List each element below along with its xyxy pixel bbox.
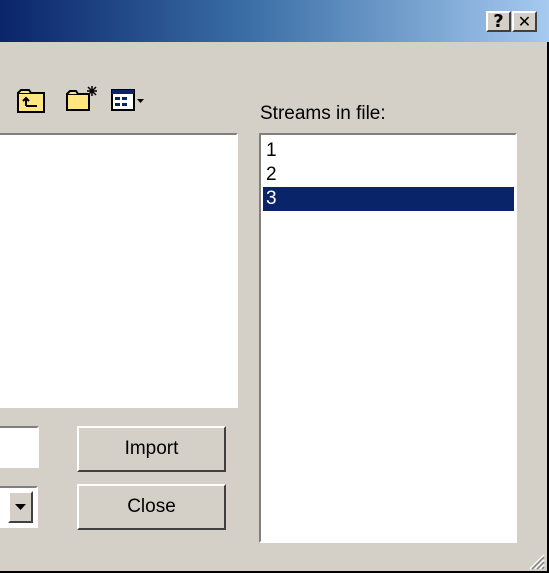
view-menu-icon[interactable] bbox=[111, 89, 145, 113]
title-bar[interactable]: ? ✕ bbox=[0, 0, 549, 42]
up-one-level-icon[interactable] bbox=[17, 88, 47, 114]
file-name-input[interactable] bbox=[0, 426, 39, 468]
streams-listbox[interactable]: 123 bbox=[259, 133, 517, 543]
stream-item[interactable]: 3 bbox=[263, 187, 514, 211]
streams-label: Streams in file: bbox=[260, 103, 386, 124]
chevron-down-icon bbox=[15, 504, 26, 510]
close-dialog-button[interactable]: Close bbox=[77, 484, 226, 530]
stream-item[interactable]: 1 bbox=[263, 139, 514, 163]
dropdown-button[interactable] bbox=[8, 491, 33, 523]
help-button[interactable]: ? bbox=[486, 11, 511, 32]
size-grip-icon[interactable] bbox=[525, 550, 545, 570]
create-new-folder-icon[interactable] bbox=[65, 84, 99, 112]
import-button[interactable]: Import bbox=[77, 426, 226, 472]
file-list[interactable] bbox=[0, 133, 238, 408]
file-type-dropdown[interactable] bbox=[0, 486, 38, 528]
stream-item[interactable]: 2 bbox=[263, 163, 514, 187]
close-button[interactable]: ✕ bbox=[512, 11, 537, 32]
